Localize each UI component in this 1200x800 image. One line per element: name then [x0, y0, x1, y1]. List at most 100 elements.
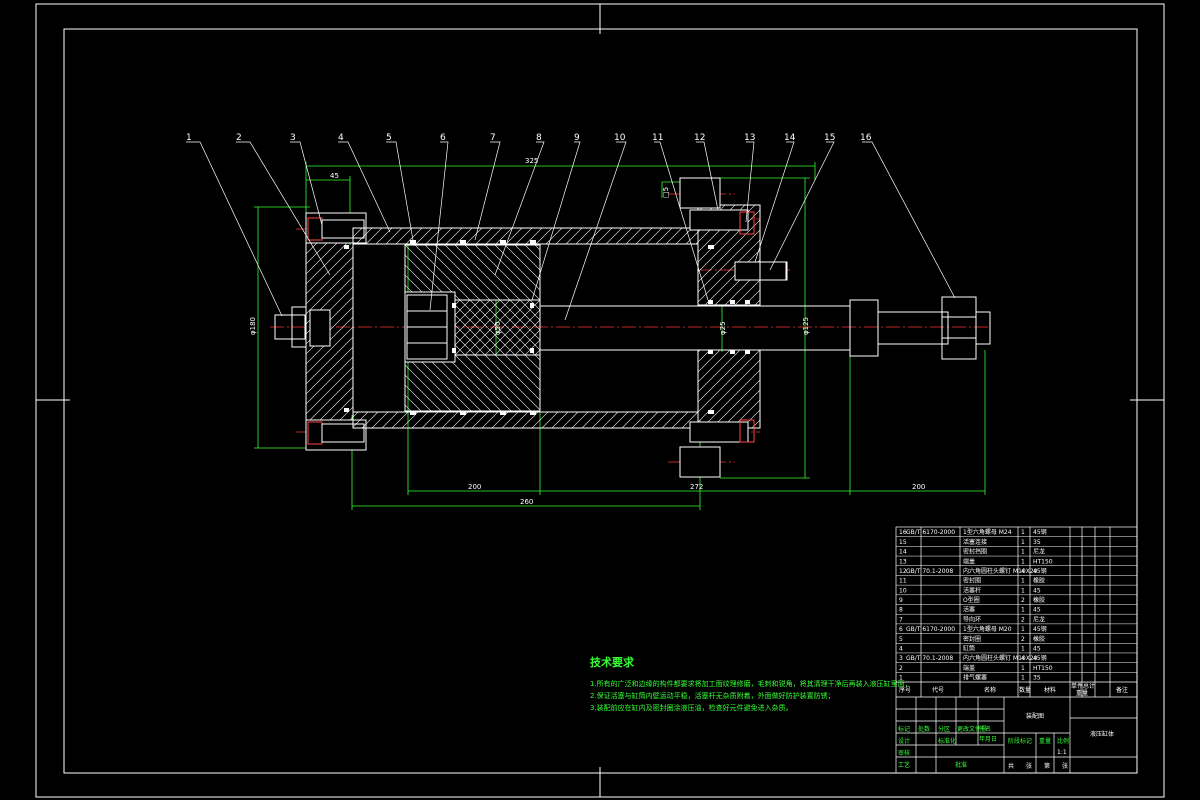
- title-block-cell-name: 密封圈: [963, 635, 981, 643]
- title-block-cell-name: 内六角圆柱头螺钉 M10X20: [963, 567, 1038, 575]
- title-block-header: 序号 代号 名称 数量 材料 单件 总计 重量 备注: [899, 682, 1128, 697]
- title-block-cell-name: 导向环: [963, 615, 981, 623]
- scale-value: 1:1: [1057, 749, 1067, 756]
- title-block-cell-no: 9: [899, 597, 903, 604]
- title-block-cell-qty: 4: [1021, 655, 1025, 662]
- role-approve: 批准: [955, 761, 967, 769]
- sheet-total-unit: 张: [1026, 762, 1032, 770]
- part-label-16: 16: [860, 133, 872, 143]
- part-label-2: 2: [236, 133, 242, 143]
- sheet-no: 第: [1044, 762, 1050, 770]
- title-block-cell-mat: 45钢: [1033, 528, 1047, 536]
- title-block-cell-no: 8: [899, 607, 903, 614]
- part-label-15: 15: [824, 133, 835, 143]
- technical-requirements: 技术要求 1.所有的广泛和边缘的构件都要求将加工面纹理修磨，毛刺和锐角，将其清理…: [590, 655, 912, 712]
- title-block-cell-name: 密封圈: [963, 577, 981, 585]
- title-block-cell-code: GB/T 70.1-2008: [906, 568, 953, 575]
- title-block-cell-no: 4: [899, 645, 903, 652]
- title-block-cell-no: 1: [899, 675, 903, 682]
- title-block-cell-name: 密封挡圈: [963, 548, 987, 556]
- sign-label-3: 分区: [938, 725, 950, 733]
- title-block-cell-qty: 1: [1021, 587, 1025, 594]
- title-block-cell-qty: 1: [1021, 529, 1025, 536]
- part-label-10: 10: [614, 133, 626, 143]
- title-block-cell-name: 1型六角螺母 M24: [963, 528, 1012, 536]
- title-block-cell-mat: 45: [1033, 607, 1041, 614]
- title-block-cell-qty: 4: [1021, 568, 1025, 575]
- dim-bottom-272: 272: [690, 483, 703, 491]
- title-block-cell-code: GB/T 6170-2000: [906, 529, 955, 536]
- part-label-8: 8: [536, 133, 542, 143]
- title-block-cell-no: 2: [899, 665, 903, 672]
- dim-rod-mid: φ25: [719, 321, 727, 335]
- sign-label-1: 标记: [898, 725, 910, 733]
- title-block-cell-name: 1型六角螺母 M20: [963, 625, 1012, 633]
- part-label-3: 3: [290, 133, 296, 143]
- title-block-cell-mat: 45钢: [1033, 654, 1047, 662]
- title-block-cell-mat: HT150: [1033, 558, 1053, 565]
- title-block-cell-no: 14: [899, 549, 907, 556]
- header-name: 名称: [984, 686, 996, 694]
- dim-right-height: φ125: [802, 317, 810, 335]
- title-block-cell-no: 15: [899, 539, 907, 546]
- header-no: 序号: [899, 686, 911, 694]
- sheet-total: 共: [1008, 762, 1014, 770]
- role-review: 审核: [898, 749, 910, 757]
- title-block-cell-mat: 尼龙: [1033, 548, 1045, 556]
- piston-rod: [539, 296, 991, 360]
- title-block-cell-name: 内六角圆柱头螺钉 M10X20: [963, 654, 1038, 662]
- title-block-cell-qty: 1: [1021, 558, 1025, 565]
- title-block-cell-mat: 35: [1033, 675, 1041, 682]
- part-label-4: 4: [338, 133, 344, 143]
- sheet-no-unit: 张: [1062, 762, 1068, 770]
- title-block-cell-name: 端盖: [963, 557, 975, 565]
- title-block-cell-name: 缸筒: [963, 644, 975, 652]
- title-block-cell-qty: 1: [1021, 607, 1025, 614]
- header-qty: 数量: [1019, 686, 1031, 694]
- part-number-labels: 1 2 3 4 5 6 7 8 9 10 11 12 13 14 15 16: [186, 133, 872, 143]
- header-total: 总计: [1083, 682, 1095, 690]
- title-block-cell-no: 5: [899, 636, 903, 643]
- title-block-cell-no: 13: [899, 558, 907, 565]
- sign-label-6: 年月日: [979, 735, 997, 743]
- title-block-cell-name: 活塞: [963, 606, 975, 614]
- header-unit: 单件: [1071, 682, 1083, 690]
- role-standard: 标准化: [938, 737, 956, 745]
- part-label-5: 5: [386, 133, 392, 143]
- title-block-cell-qty: 2: [1021, 597, 1025, 604]
- cad-drawing: 1 2 3 4 5 6 7 8 9 10 11 12 13 14 15 16 3…: [35, 3, 1165, 798]
- part-label-9: 9: [574, 133, 580, 143]
- header-material: 材料: [1044, 686, 1056, 694]
- title-block-cell-no: 7: [899, 616, 903, 623]
- drawing-frame: [35, 3, 1165, 798]
- title-block-cell-qty: 1: [1021, 645, 1025, 652]
- title-block-cell-mat: 45钢: [1033, 567, 1047, 575]
- tech-req-item-3: 3.装配前应在缸内及密封圈涂液压油，检查好元件避免进入杂质。: [590, 703, 793, 712]
- title-block-rows: 16 GB/T 6170-2000 1型六角螺母 M24 1 45钢15 活塞连接 1 351…: [896, 528, 1137, 682]
- sign-label-2: 处数: [918, 725, 930, 733]
- title-block-cell-mat: 尼龙: [1033, 615, 1045, 623]
- header-remark: 备注: [1116, 686, 1128, 694]
- header-code: 代号: [932, 686, 944, 694]
- sign-label-5: 签名: [979, 725, 991, 733]
- stage-weight: 重量: [1039, 737, 1051, 745]
- title-block-cell-no: 10: [899, 587, 907, 594]
- title-block-cell-mat: 45钢: [1033, 625, 1047, 633]
- dim-left-height: φ180: [249, 317, 257, 335]
- title-block-cell-qty: 2: [1021, 636, 1025, 643]
- title-block-cell-mat: 橡胶: [1033, 577, 1045, 585]
- title-block-cell-mat: HT150: [1033, 665, 1053, 672]
- part-label-1: 1: [186, 133, 192, 143]
- piston: [404, 244, 541, 412]
- dim-bottom-260: 260: [520, 498, 533, 506]
- dim-left-offset: 45: [330, 172, 339, 180]
- part-label-14: 14: [784, 133, 796, 143]
- dim-overall-top: 325: [525, 157, 538, 165]
- drawing-name: 液压缸体: [1090, 730, 1114, 738]
- title-block-cell-mat: 35: [1033, 539, 1041, 546]
- title-block-cell-name: 活塞杆: [963, 586, 981, 594]
- title-block-cell-mat: 45: [1033, 645, 1041, 652]
- dim-flange-small: □5: [662, 187, 670, 198]
- part-label-6: 6: [440, 133, 446, 143]
- role-process: 工艺: [898, 761, 910, 769]
